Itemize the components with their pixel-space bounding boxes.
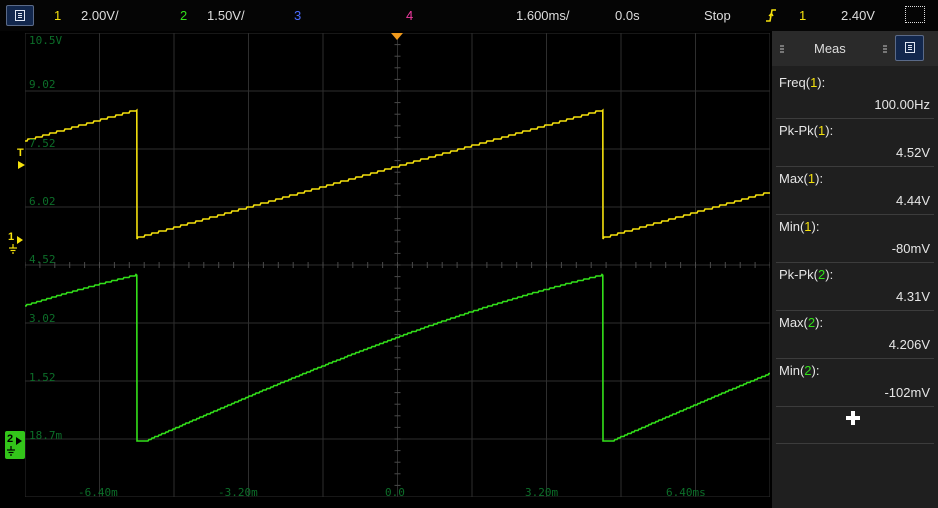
measurement-item[interactable]: Freq(1): 100.00Hz [772,71,938,119]
plus-icon[interactable] [844,409,862,427]
timebase-scale[interactable]: 1.600ms/ [516,8,569,23]
measurement-channel: 1 [804,219,812,234]
top-status-bar: 1 2.00V/ 2 1.50V/ 3 4 1.600ms/ 0.0s Stop… [0,0,938,31]
measurement-value: 4.206V [888,337,930,352]
measurements-panel: Meas Freq(1): 100.00Hz Pk-Pk(1): 4.52V Max(1… [772,31,938,508]
ch3-number[interactable]: 3 [294,8,301,23]
measurement-value: -102mV [884,385,930,400]
y-label: 18.7m [29,429,63,442]
waveform-graticule[interactable] [25,33,770,497]
panel-menu-button[interactable] [895,35,924,61]
panel-title: Meas [814,41,846,56]
panel-header: Meas [772,31,938,66]
ch2-scale[interactable]: 1.50V/ [207,8,245,23]
measurement-label: Freq(1): [779,75,826,90]
x-label: 3.20m [525,486,559,499]
measurement-value: 4.44V [896,193,930,208]
measurement-value: 4.52V [896,145,930,160]
measurement-value: 4.31V [896,289,930,304]
trigger-level-marker[interactable]: T [16,148,28,172]
x-label: 6.40ms [666,486,706,499]
x-label: -3.20m [218,486,258,499]
menu-icon [15,10,25,21]
drag-grip-icon[interactable] [780,45,784,53]
measurement-label: Pk-Pk(1): [779,123,834,138]
y-label: 6.02 [29,195,56,208]
run-state[interactable]: Stop [704,8,731,23]
ch1-number[interactable]: 1 [54,8,61,23]
x-label: 0.0 [385,486,405,499]
measurement-label: Max(2): [779,315,824,330]
drag-grip-icon[interactable] [883,45,887,53]
y-label: 9.02 [29,78,56,91]
measurement-item[interactable]: Pk-Pk(1): 4.52V [772,119,938,167]
measurement-value: 100.00Hz [874,97,930,112]
trigger-source[interactable]: 1 [799,8,806,23]
x-label: -6.40m [78,486,118,499]
measurement-value: -80mV [891,241,930,256]
measurement-label: Pk-Pk(2): [779,267,834,282]
ground-icon [9,236,23,254]
ch2-ground-marker[interactable]: 2 [5,431,25,459]
trigger-edge-icon[interactable] [765,8,777,23]
menu-icon [905,42,915,53]
oscilloscope-screen: 1 2.00V/ 2 1.50V/ 3 4 1.600ms/ 0.0s Stop… [0,0,938,508]
y-label: 1.52 [29,371,56,384]
trigger-arrow-icon [18,161,25,169]
measurement-item[interactable]: Max(1): 4.44V [772,167,938,215]
divider [776,406,934,407]
ch2-number[interactable]: 2 [180,8,187,23]
measurement-item[interactable]: Max(2): 4.206V [772,311,938,359]
y-label: 4.52 [29,253,56,266]
main-menu-button[interactable] [6,5,34,26]
measurement-label: Min(1): [779,219,820,234]
divider [776,443,934,444]
measurement-label: Min(2): [779,363,820,378]
ground-icon [7,437,22,456]
trigger-position-marker[interactable] [391,33,403,40]
trigger-level[interactable]: 2.40V [841,8,875,23]
measurement-channel: 2 [804,363,812,378]
measurement-item[interactable]: Min(1): -80mV [772,215,938,263]
ch1-scale[interactable]: 2.00V/ [81,8,119,23]
ch4-number[interactable]: 4 [406,8,413,23]
y-label: 7.52 [29,137,56,150]
ch1-ground-marker[interactable]: 1 [6,231,28,257]
measurement-item[interactable]: Min(2): -102mV [772,359,938,407]
y-label: 10.5V [29,34,63,47]
fit-window-icon[interactable] [905,6,925,23]
y-label: 3.02 [29,312,56,325]
measurement-label: Max(1): [779,171,824,186]
measurement-item[interactable]: Pk-Pk(2): 4.31V [772,263,938,311]
time-delay[interactable]: 0.0s [615,8,640,23]
